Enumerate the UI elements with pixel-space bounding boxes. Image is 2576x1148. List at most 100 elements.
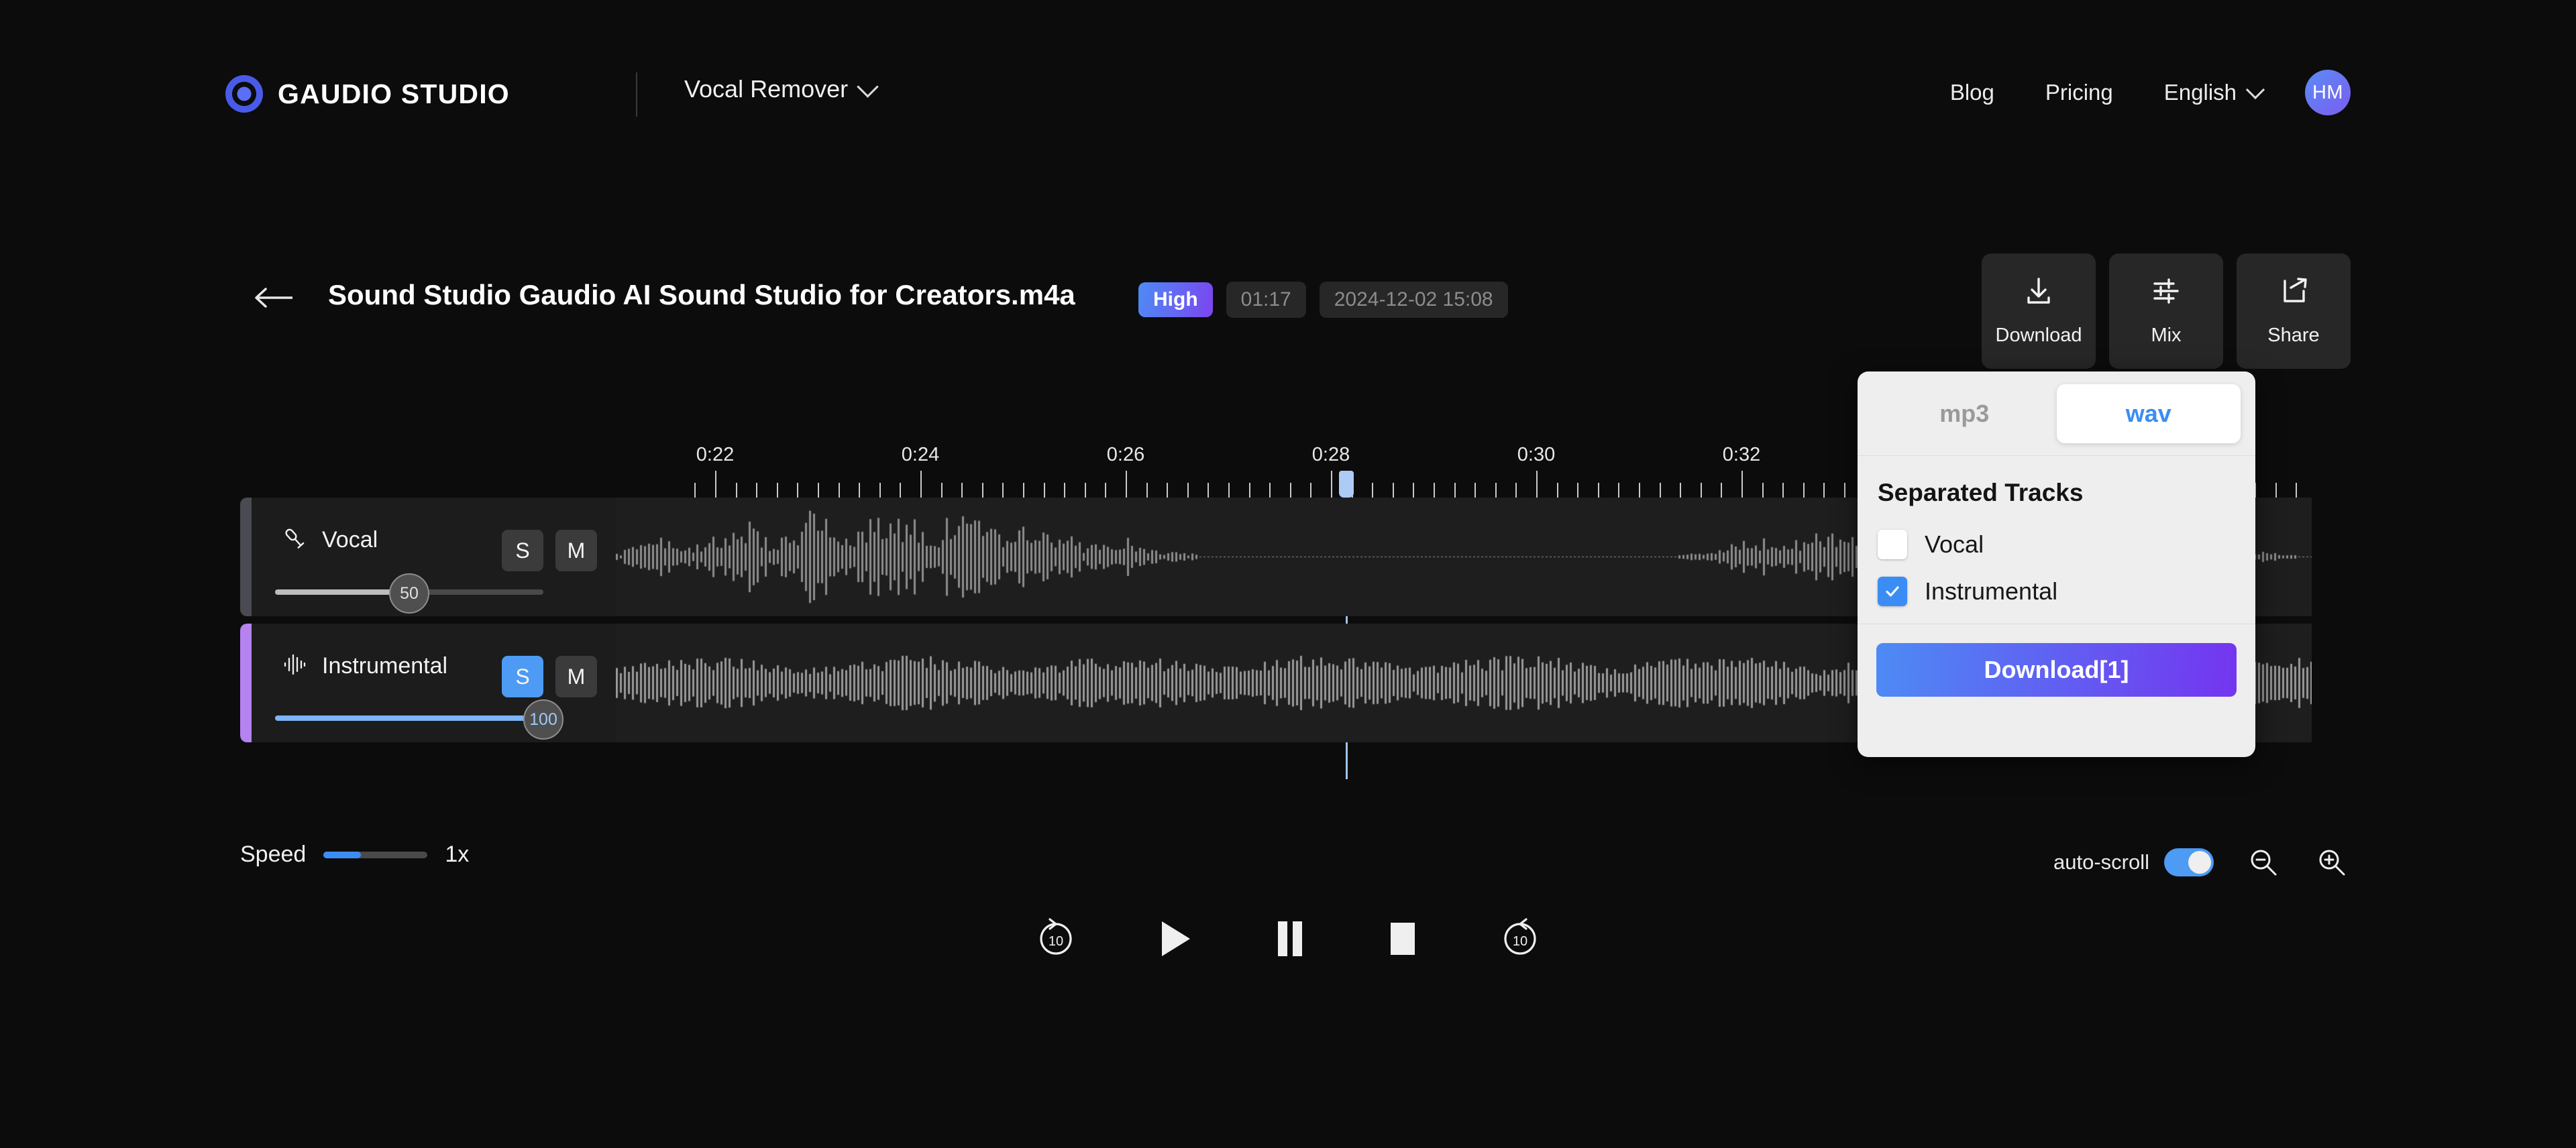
playhead-handle[interactable] bbox=[1339, 471, 1354, 498]
volume-value-vocal: 50 bbox=[400, 583, 419, 603]
ruler-tick-minor bbox=[1434, 483, 1435, 498]
check-icon bbox=[1886, 586, 1899, 597]
ruler-tick-minor bbox=[1618, 483, 1620, 498]
ruler-tick-minor bbox=[1515, 483, 1517, 498]
solo-button-instrumental[interactable]: S bbox=[502, 656, 543, 697]
download-button-label: Download bbox=[1995, 325, 2082, 346]
download-icon bbox=[2023, 276, 2054, 310]
ruler-tick-minor bbox=[1680, 483, 1682, 498]
brand-logo[interactable]: GAUDIO STUDIO bbox=[225, 75, 510, 113]
ruler-tick-minor bbox=[1700, 483, 1702, 498]
avatar[interactable]: HM bbox=[2305, 70, 2351, 115]
download-button[interactable]: Download bbox=[1982, 253, 2096, 369]
ruler-tick-minor bbox=[1289, 483, 1291, 498]
ruler-tick-minor bbox=[1084, 483, 1086, 498]
language-selector[interactable]: English bbox=[2139, 80, 2279, 105]
mix-button[interactable]: Mix bbox=[2109, 253, 2223, 369]
speed-slider[interactable] bbox=[323, 851, 428, 858]
track-solo-mute-vocal: S M bbox=[502, 530, 597, 571]
track-checkbox-row-vocal[interactable]: Vocal bbox=[1878, 530, 2235, 559]
play-button[interactable] bbox=[1157, 919, 1194, 959]
ruler-tick-minor bbox=[859, 483, 861, 498]
auto-scroll-label: auto-scroll bbox=[2053, 850, 2149, 874]
format-toggle-group: mp3 wav bbox=[1858, 371, 2255, 456]
ruler-tick-minor bbox=[1187, 483, 1189, 498]
share-button-label: Share bbox=[2267, 325, 2320, 346]
tool-selector[interactable]: Vocal Remover bbox=[684, 75, 879, 103]
zoom-out-icon[interactable] bbox=[2245, 844, 2282, 881]
header-nav: Blog Pricing English HM bbox=[1925, 70, 2351, 115]
track-color-strip bbox=[240, 498, 252, 616]
separated-tracks-section: Separated Tracks Vocal Instrumental bbox=[1858, 456, 2255, 606]
ruler-label: 0:28 bbox=[1311, 444, 1350, 465]
format-option-mp3[interactable]: mp3 bbox=[1872, 384, 2057, 443]
ruler-tick-major bbox=[1741, 471, 1743, 498]
volume-slider-knob[interactable]: 50 bbox=[389, 573, 429, 614]
ruler-tick-minor bbox=[1392, 483, 1394, 498]
auto-scroll-toggle[interactable] bbox=[2164, 848, 2214, 876]
format-option-wav[interactable]: wav bbox=[2056, 384, 2241, 443]
ruler-tick-major bbox=[1331, 471, 1332, 498]
badge-duration: 01:17 bbox=[1226, 282, 1306, 318]
vocal-remover-app: GAUDIO STUDIO Vocal Remover Blog Pricing… bbox=[0, 0, 2576, 1148]
ruler-tick-minor bbox=[1823, 483, 1825, 498]
ruler-tick-minor bbox=[1064, 483, 1066, 498]
ruler-tick-minor bbox=[1577, 483, 1579, 498]
volume-slider-knob[interactable]: 100 bbox=[523, 699, 564, 740]
stop-button[interactable] bbox=[1386, 919, 1419, 958]
ruler-tick-minor bbox=[1782, 483, 1784, 498]
checkbox-vocal[interactable] bbox=[1878, 530, 1907, 559]
language-label: English bbox=[2163, 80, 2237, 105]
microphone-icon bbox=[282, 526, 307, 555]
ruler-tick-minor bbox=[1556, 483, 1558, 498]
volume-slider-fill bbox=[275, 715, 543, 721]
ruler-tick-minor bbox=[1495, 483, 1497, 498]
page-title: Sound Studio Gaudio AI Sound Studio for … bbox=[328, 279, 1075, 310]
checkbox-instrumental[interactable] bbox=[1878, 577, 1907, 606]
ruler-tick-minor bbox=[1228, 483, 1230, 498]
top-action-buttons: Download Mix Share bbox=[1982, 253, 2351, 369]
file-badges: High 01:17 2024-12-02 15:08 bbox=[1138, 282, 1508, 318]
back-arrow-icon[interactable] bbox=[254, 283, 297, 312]
ruler-tick-minor bbox=[818, 483, 819, 498]
volume-slider-vocal[interactable]: 50 bbox=[275, 573, 543, 614]
share-button[interactable]: Share bbox=[2237, 253, 2351, 369]
ruler-tick-minor bbox=[1208, 483, 1210, 498]
ruler-tick-minor bbox=[1105, 483, 1107, 498]
ruler-tick-minor bbox=[1269, 483, 1271, 498]
nav-link-blog[interactable]: Blog bbox=[1925, 80, 2020, 105]
svg-text:10: 10 bbox=[1049, 934, 1063, 949]
badge-date: 2024-12-02 15:08 bbox=[1319, 282, 1508, 318]
volume-slider-instrumental[interactable]: 100 bbox=[275, 699, 564, 740]
ruler-tick-minor bbox=[1803, 483, 1805, 498]
speed-label: Speed bbox=[240, 842, 307, 867]
track-checkbox-row-instrumental[interactable]: Instrumental bbox=[1878, 577, 2235, 606]
chevron-down-icon bbox=[2245, 80, 2265, 100]
rewind-10-icon[interactable]: 10 bbox=[1034, 917, 1077, 960]
mute-button-instrumental[interactable]: M bbox=[555, 656, 597, 697]
nav-link-pricing[interactable]: Pricing bbox=[2020, 80, 2139, 105]
dropdown-download-button[interactable]: Download[1] bbox=[1876, 643, 2237, 697]
ruler-label: 0:30 bbox=[1517, 444, 1556, 465]
zoom-in-icon[interactable] bbox=[2313, 844, 2351, 881]
track-header-instrumental: Instrumental bbox=[282, 652, 447, 681]
forward-10-icon[interactable]: 10 bbox=[1499, 917, 1542, 960]
pause-button[interactable] bbox=[1273, 919, 1307, 959]
speed-slider-fill bbox=[323, 851, 362, 858]
mute-button-vocal[interactable]: M bbox=[555, 530, 597, 571]
ruler-label: 0:26 bbox=[1106, 444, 1145, 465]
ruler-tick-major bbox=[920, 471, 922, 498]
tool-selector-label: Vocal Remover bbox=[684, 75, 849, 103]
sliders-icon bbox=[2151, 276, 2182, 310]
ruler-tick-minor bbox=[797, 483, 799, 498]
ruler-tick-minor bbox=[1762, 483, 1764, 498]
ruler-tick-minor bbox=[1167, 483, 1169, 498]
track-solo-mute-instrumental: S M bbox=[502, 656, 597, 697]
ruler-tick-major bbox=[715, 471, 716, 498]
solo-button-vocal[interactable]: S bbox=[502, 530, 543, 571]
svg-text:10: 10 bbox=[1513, 934, 1527, 949]
ruler-tick-minor bbox=[1002, 483, 1004, 498]
ruler-tick-minor bbox=[1043, 483, 1045, 498]
ruler-tick-minor bbox=[941, 483, 943, 498]
ruler-tick-minor bbox=[1372, 483, 1374, 498]
